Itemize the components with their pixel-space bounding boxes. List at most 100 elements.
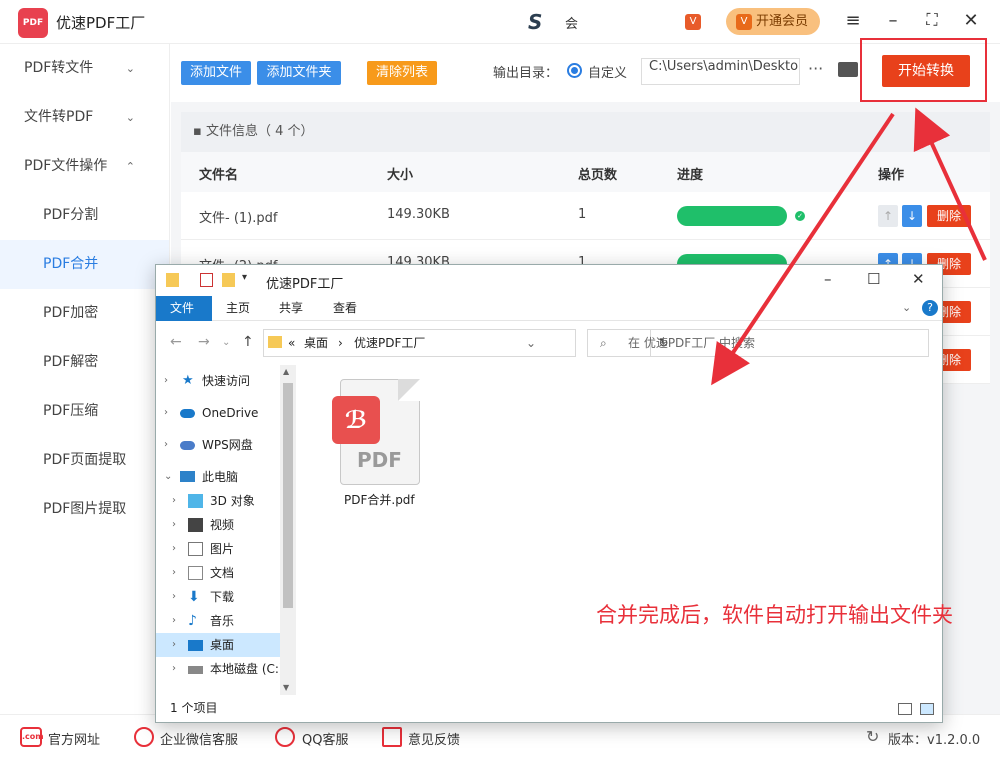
tree-item-this-pc[interactable]: ⌄ 此电脑 bbox=[156, 465, 280, 489]
file-info-icon: ▪ bbox=[193, 124, 206, 139]
custom-radio-label[interactable]: 自定义 bbox=[588, 62, 627, 81]
user-logo-icon[interactable]: S bbox=[528, 10, 542, 34]
tree-item-onedrive[interactable]: › OneDrive bbox=[156, 401, 280, 425]
sidebar-item-file-to-pdf[interactable]: 文件转PDF ⌄ bbox=[0, 93, 169, 142]
address-overflow[interactable]: « bbox=[288, 330, 295, 356]
scroll-down-icon[interactable]: ▼ bbox=[283, 683, 289, 692]
expand-icon[interactable]: › bbox=[164, 369, 168, 393]
recent-chevron-icon[interactable]: ⌄ bbox=[222, 337, 230, 348]
up-icon[interactable]: ↑ bbox=[242, 334, 254, 350]
pdf-file-name[interactable]: PDF合并.pdf bbox=[344, 491, 415, 508]
expand-icon[interactable]: › bbox=[172, 633, 176, 657]
address-dropdown-icon[interactable]: ⌄ bbox=[526, 330, 536, 356]
sidebar-item-compress[interactable]: PDF压缩 bbox=[0, 387, 169, 436]
add-file-button[interactable]: 添加文件 bbox=[181, 61, 251, 85]
scroll-thumb[interactable] bbox=[283, 383, 293, 608]
new-folder-icon[interactable] bbox=[222, 273, 235, 287]
minimize-icon[interactable]: – bbox=[883, 10, 903, 31]
back-icon[interactable]: ← bbox=[170, 334, 182, 350]
tree-item-3d[interactable]: › 3D 对象 bbox=[156, 489, 280, 513]
maximize-icon[interactable]: ⛶ bbox=[922, 10, 942, 30]
clear-list-button[interactable]: 清除列表 bbox=[367, 61, 437, 85]
tab-share[interactable]: 共享 bbox=[265, 296, 317, 321]
minimize-icon[interactable]: – bbox=[824, 270, 832, 288]
folder-icon[interactable] bbox=[838, 62, 858, 77]
custom-radio[interactable] bbox=[567, 63, 582, 78]
tree-item-wps[interactable]: › WPS网盘 bbox=[156, 433, 280, 457]
tree-item-music[interactable]: › ♪ 音乐 bbox=[156, 609, 280, 633]
open-vip-button[interactable]: V 开通会员 bbox=[726, 8, 820, 35]
maximize-icon[interactable]: ☐ bbox=[867, 270, 880, 288]
close-icon[interactable]: ✕ bbox=[961, 10, 981, 31]
forward-icon[interactable]: → bbox=[198, 334, 210, 350]
expand-icon[interactable]: › bbox=[172, 561, 176, 585]
video-icon bbox=[188, 518, 203, 532]
refresh-icon[interactable]: ↻ bbox=[866, 727, 879, 746]
more-options-icon[interactable]: ··· bbox=[808, 59, 823, 78]
tree-item-downloads[interactable]: › ⬇ 下载 bbox=[156, 585, 280, 609]
tree-item-quick-access[interactable]: › ★ 快速访问 bbox=[156, 369, 280, 393]
tab-file[interactable]: 文件 bbox=[156, 296, 212, 321]
address-bar[interactable]: « 桌面 › 优速PDF工厂 ⌄ ↻ bbox=[263, 329, 669, 357]
user-name[interactable]: 会 bbox=[565, 13, 578, 32]
expand-icon[interactable]: › bbox=[172, 609, 176, 633]
expand-icon[interactable]: › bbox=[172, 537, 176, 561]
expand-icon[interactable]: › bbox=[172, 489, 176, 513]
move-down-icon[interactable]: ↓ bbox=[902, 205, 922, 227]
tab-home[interactable]: 主页 bbox=[212, 296, 264, 321]
qq-service-link[interactable]: QQ客服 bbox=[302, 729, 348, 748]
chevron-up-icon: ⌃ bbox=[125, 160, 135, 173]
search-input[interactable]: ⌕ 在 优速PDF工厂 中搜索 bbox=[587, 329, 929, 357]
expand-icon[interactable]: › bbox=[172, 657, 176, 681]
tree-item-disk-c[interactable]: › 本地磁盘 (C:) bbox=[156, 657, 280, 681]
expand-icon[interactable]: › bbox=[172, 585, 176, 609]
website-link[interactable]: 官方网址 bbox=[48, 729, 100, 748]
expand-icon[interactable]: › bbox=[164, 433, 168, 457]
disk-icon bbox=[188, 666, 203, 674]
tree-item-video[interactable]: › 视频 bbox=[156, 513, 280, 537]
sidebar-item-encrypt[interactable]: PDF加密 bbox=[0, 289, 169, 338]
tree-item-pictures[interactable]: › 图片 bbox=[156, 537, 280, 561]
add-folder-button[interactable]: 添加文件夹 bbox=[257, 61, 341, 85]
explorer-window: ▾ 优速PDF工厂 – ☐ ✕ 文件 主页 共享 查看 ⌄ ? ← → ⌄ ↑ … bbox=[155, 264, 953, 723]
tree-scrollbar[interactable]: ▲ ▼ bbox=[280, 365, 296, 695]
address-desktop[interactable]: 桌面 bbox=[304, 330, 328, 356]
tree-item-desktop[interactable]: › 桌面 bbox=[156, 633, 280, 657]
menu-icon[interactable]: ≡ bbox=[843, 10, 863, 31]
sidebar-item-page-extract[interactable]: PDF页面提取 bbox=[0, 436, 169, 485]
feedback-icon[interactable] bbox=[382, 727, 402, 747]
chevron-down-icon[interactable]: ⌄ bbox=[902, 301, 911, 314]
pdf-file-icon[interactable]: ℬ PDF bbox=[332, 379, 420, 485]
col-name: 文件名 bbox=[199, 168, 239, 183]
move-up-icon[interactable]: ↑ bbox=[878, 205, 898, 227]
feedback-link[interactable]: 意见反馈 bbox=[408, 729, 460, 748]
wechat-service-link[interactable]: 企业微信客服 bbox=[160, 729, 238, 748]
sidebar-item-pdf-to-file[interactable]: PDF转文件 ⌄ bbox=[0, 44, 169, 93]
collapse-icon[interactable]: ⌄ bbox=[164, 465, 172, 489]
dropdown-icon[interactable]: ▾ bbox=[242, 272, 255, 286]
tab-view[interactable]: 查看 bbox=[319, 296, 371, 321]
wechat-icon[interactable] bbox=[134, 727, 154, 747]
help-icon[interactable]: ? bbox=[922, 300, 938, 316]
app-title: 优速PDF工厂 bbox=[56, 14, 146, 32]
qq-icon[interactable] bbox=[275, 727, 295, 747]
sidebar-item-decrypt[interactable]: PDF解密 bbox=[0, 338, 169, 387]
expand-icon[interactable]: › bbox=[164, 401, 168, 425]
properties-icon[interactable] bbox=[200, 273, 213, 287]
sidebar-item-merge[interactable]: PDF合并 bbox=[0, 240, 169, 289]
details-view-icon[interactable] bbox=[898, 703, 912, 715]
address-folder[interactable]: 优速PDF工厂 bbox=[354, 330, 425, 356]
close-icon[interactable]: ✕ bbox=[912, 270, 925, 288]
scroll-up-icon[interactable]: ▲ bbox=[283, 367, 289, 376]
delete-button[interactable]: 删除 bbox=[927, 205, 971, 227]
download-icon: ⬇ bbox=[188, 589, 200, 605]
output-path-field[interactable]: C:\Users\admin\Deskto bbox=[641, 58, 800, 85]
sidebar-item-pdf-ops[interactable]: PDF文件操作 ⌃ bbox=[0, 142, 169, 191]
website-icon[interactable]: .com bbox=[20, 727, 44, 747]
tree-item-documents[interactable]: › 文档 bbox=[156, 561, 280, 585]
sidebar-item-image-extract[interactable]: PDF图片提取 bbox=[0, 485, 169, 534]
table-row[interactable]: 文件- (1).pdf 149.30KB 1 ✓ ↑ ↓ 删除 bbox=[181, 192, 990, 240]
large-icons-view-icon[interactable] bbox=[920, 703, 934, 715]
sidebar-item-split[interactable]: PDF分割 bbox=[0, 191, 169, 240]
expand-icon[interactable]: › bbox=[172, 513, 176, 537]
